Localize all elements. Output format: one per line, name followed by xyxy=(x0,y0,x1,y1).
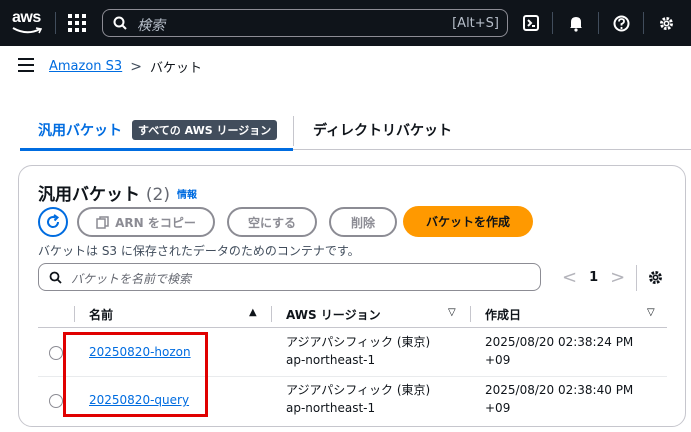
menu-icon[interactable] xyxy=(18,58,34,72)
region-code: ap-northeast-1 xyxy=(286,401,376,415)
region-code: ap-northeast-1 xyxy=(286,353,376,367)
previous-page-button[interactable]: < xyxy=(562,267,577,288)
tab-general-purpose-buckets[interactable]: 汎用バケット すべての AWS リージョン xyxy=(38,120,278,140)
column-header-region[interactable]: AWS リージョン xyxy=(286,306,381,323)
refresh-button[interactable] xyxy=(38,207,68,237)
refresh-icon xyxy=(47,214,60,228)
create-bucket-button[interactable]: バケットを作成 xyxy=(403,206,533,237)
sort-toggle-icon[interactable]: ▽ xyxy=(647,307,655,318)
info-link[interactable]: 情報 xyxy=(177,186,197,201)
search-placeholder: 検索 xyxy=(137,18,165,34)
breadcrumb-link-amazon-s3[interactable]: Amazon S3 xyxy=(49,59,122,74)
bucket-type-tabs: 汎用バケット すべての AWS リージョン ディレクトリバケット xyxy=(20,116,691,151)
cloudshell-icon[interactable] xyxy=(520,12,542,34)
search-shortcut-hint: [Alt+S] xyxy=(452,16,499,31)
created-datetime: 2025/08/20 02:38:40 PM xyxy=(485,383,634,397)
column-divider xyxy=(470,306,471,322)
topbar-divider xyxy=(55,12,56,34)
pagination: < 1 > xyxy=(562,267,625,288)
table-header: 名前 ▲ AWS リージョン ▽ 作成日 ▽ xyxy=(38,302,667,328)
current-page-number[interactable]: 1 xyxy=(589,270,598,285)
search-icon xyxy=(49,271,62,284)
filter-placeholder: バケットを名前で検索 xyxy=(71,272,192,286)
breadcrumb-current: バケット xyxy=(149,61,202,76)
panel-description: バケットは S3 に保存されたデータのためのコンテナです。 xyxy=(38,244,360,258)
tab-general-label: 汎用バケット xyxy=(38,123,122,139)
topbar-divider xyxy=(552,12,553,34)
next-page-button[interactable]: > xyxy=(610,267,625,288)
topbar-divider xyxy=(643,12,644,34)
delete-bucket-button[interactable]: 削除 xyxy=(329,207,397,237)
region-name: アジアパシフィック (東京) xyxy=(286,335,431,349)
highlight-annotation-box xyxy=(63,332,208,417)
copy-arn-label: ARN をコピー xyxy=(115,215,196,230)
active-tab-indicator xyxy=(20,148,293,151)
gear-icon[interactable] xyxy=(655,12,677,34)
copy-arn-button[interactable]: ARN をコピー xyxy=(77,207,215,237)
created-datetime: 2025/08/20 02:38:24 PM xyxy=(485,335,634,349)
aws-smile-icon xyxy=(12,27,42,34)
breadcrumb-separator: > xyxy=(130,58,142,75)
pager-divider xyxy=(636,265,637,291)
copy-icon xyxy=(96,215,109,229)
row-select-radio[interactable] xyxy=(49,346,63,360)
global-search-input[interactable]: 検索 [Alt+S] xyxy=(102,9,508,37)
column-header-created[interactable]: 作成日 xyxy=(485,306,521,323)
row-select-radio[interactable] xyxy=(49,394,63,408)
column-divider xyxy=(271,306,272,322)
aws-logo[interactable]: aws xyxy=(10,7,46,39)
top-navigation-bar: aws 検索 [Alt+S] xyxy=(0,0,691,46)
empty-bucket-button[interactable]: 空にする xyxy=(227,207,317,237)
region-badge: すべての AWS リージョン xyxy=(132,120,278,140)
sort-toggle-icon[interactable]: ▽ xyxy=(448,307,456,318)
created-timezone: +09 xyxy=(485,353,511,367)
column-header-name[interactable]: 名前 xyxy=(89,306,113,323)
region-name: アジアパシフィック (東京) xyxy=(286,383,431,397)
tab-divider xyxy=(293,116,294,146)
tab-directory-buckets[interactable]: ディレクトリバケット xyxy=(313,120,452,140)
search-icon xyxy=(113,16,127,30)
bucket-filter-input[interactable]: バケットを名前で検索 xyxy=(38,263,541,291)
breadcrumb: Amazon S3 > バケット xyxy=(49,57,202,77)
topbar-divider xyxy=(598,12,599,34)
sort-ascending-icon[interactable]: ▲ xyxy=(249,307,257,318)
column-divider xyxy=(74,306,75,322)
created-timezone: +09 xyxy=(485,401,511,415)
services-grid-icon[interactable] xyxy=(68,14,86,32)
table-settings-icon[interactable] xyxy=(647,269,664,290)
panel-title: 汎用バケット (2) xyxy=(38,180,170,205)
help-icon[interactable] xyxy=(610,12,632,34)
aws-logo-text: aws xyxy=(12,9,41,26)
bell-icon[interactable] xyxy=(565,12,587,34)
panel-title-text: 汎用バケット xyxy=(38,185,140,205)
bucket-count: (2) xyxy=(145,185,171,205)
